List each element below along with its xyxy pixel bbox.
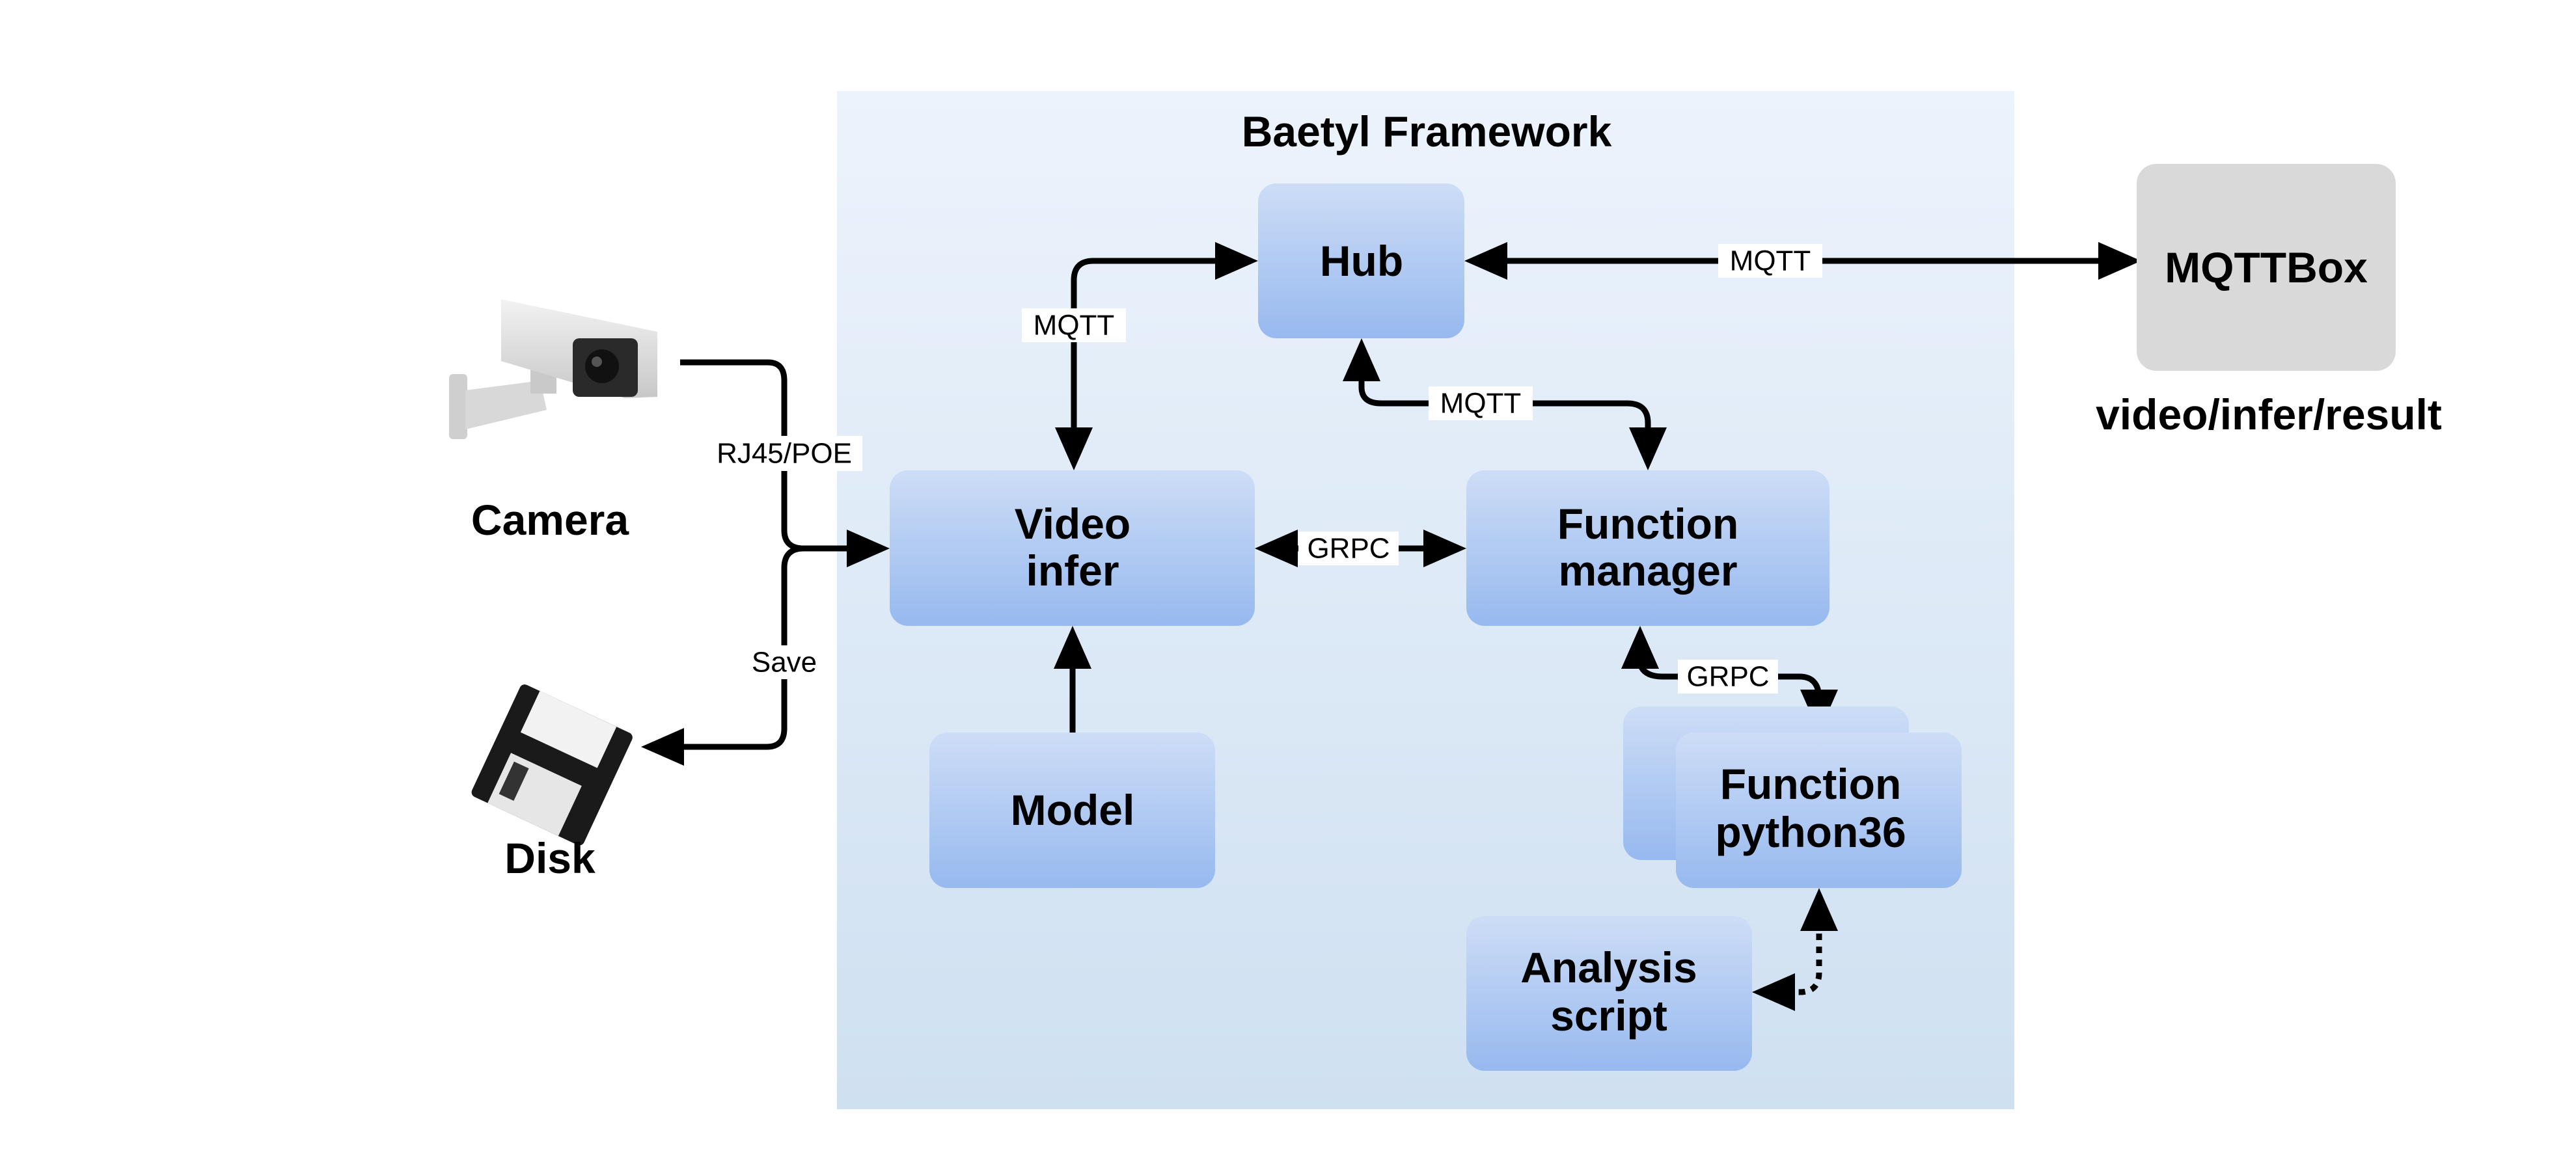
edge-label: GRPC [1307,533,1390,565]
edge-label: RJ45/POE [717,438,852,470]
framework-title: Baetyl Framework [1242,107,1612,155]
edge-video-infer-function-manager: GRPC [1255,530,1466,567]
disk-label: Disk [504,834,596,882]
mqttbox-topic: video/infer/result [2096,390,2442,438]
function-python36-label: Function [1720,760,1902,808]
video-infer-label: Video [1015,500,1131,548]
camera-icon [449,299,657,439]
video-infer-node: Video infer [890,470,1255,626]
mqttbox-label: MQTTBox [2165,243,2368,291]
model-label: Model [1011,786,1135,834]
function-python36-label: python36 [1715,808,1906,856]
model-node: Model [929,733,1215,888]
analysis-script-node: Analysis script [1466,916,1752,1071]
edge-video-infer-disk: Save [641,545,821,766]
disk-icon [471,684,633,846]
analysis-script-label: script [1550,991,1667,1040]
function-manager-label: Function [1557,500,1739,548]
function-manager-node: Function manager [1466,470,1829,626]
edge-label: Save [752,647,817,679]
edge-label: GRPC [1686,661,1769,693]
analysis-script-label: Analysis [1520,943,1697,991]
edge-label: MQTT [1730,245,1811,277]
function-manager-label: manager [1558,546,1737,595]
edge-label: MQTT [1440,388,1522,420]
mqttbox-node: MQTTBox [2137,164,2396,371]
hub-node: Hub [1258,183,1464,338]
architecture-diagram: Baetyl Framework MQTT MQTT MQTT GRPC GRP… [449,91,2442,1109]
hub-label: Hub [1320,237,1403,285]
edge-label: MQTT [1034,310,1115,342]
video-infer-label: infer [1026,546,1119,595]
camera-label: Camera [471,496,629,544]
